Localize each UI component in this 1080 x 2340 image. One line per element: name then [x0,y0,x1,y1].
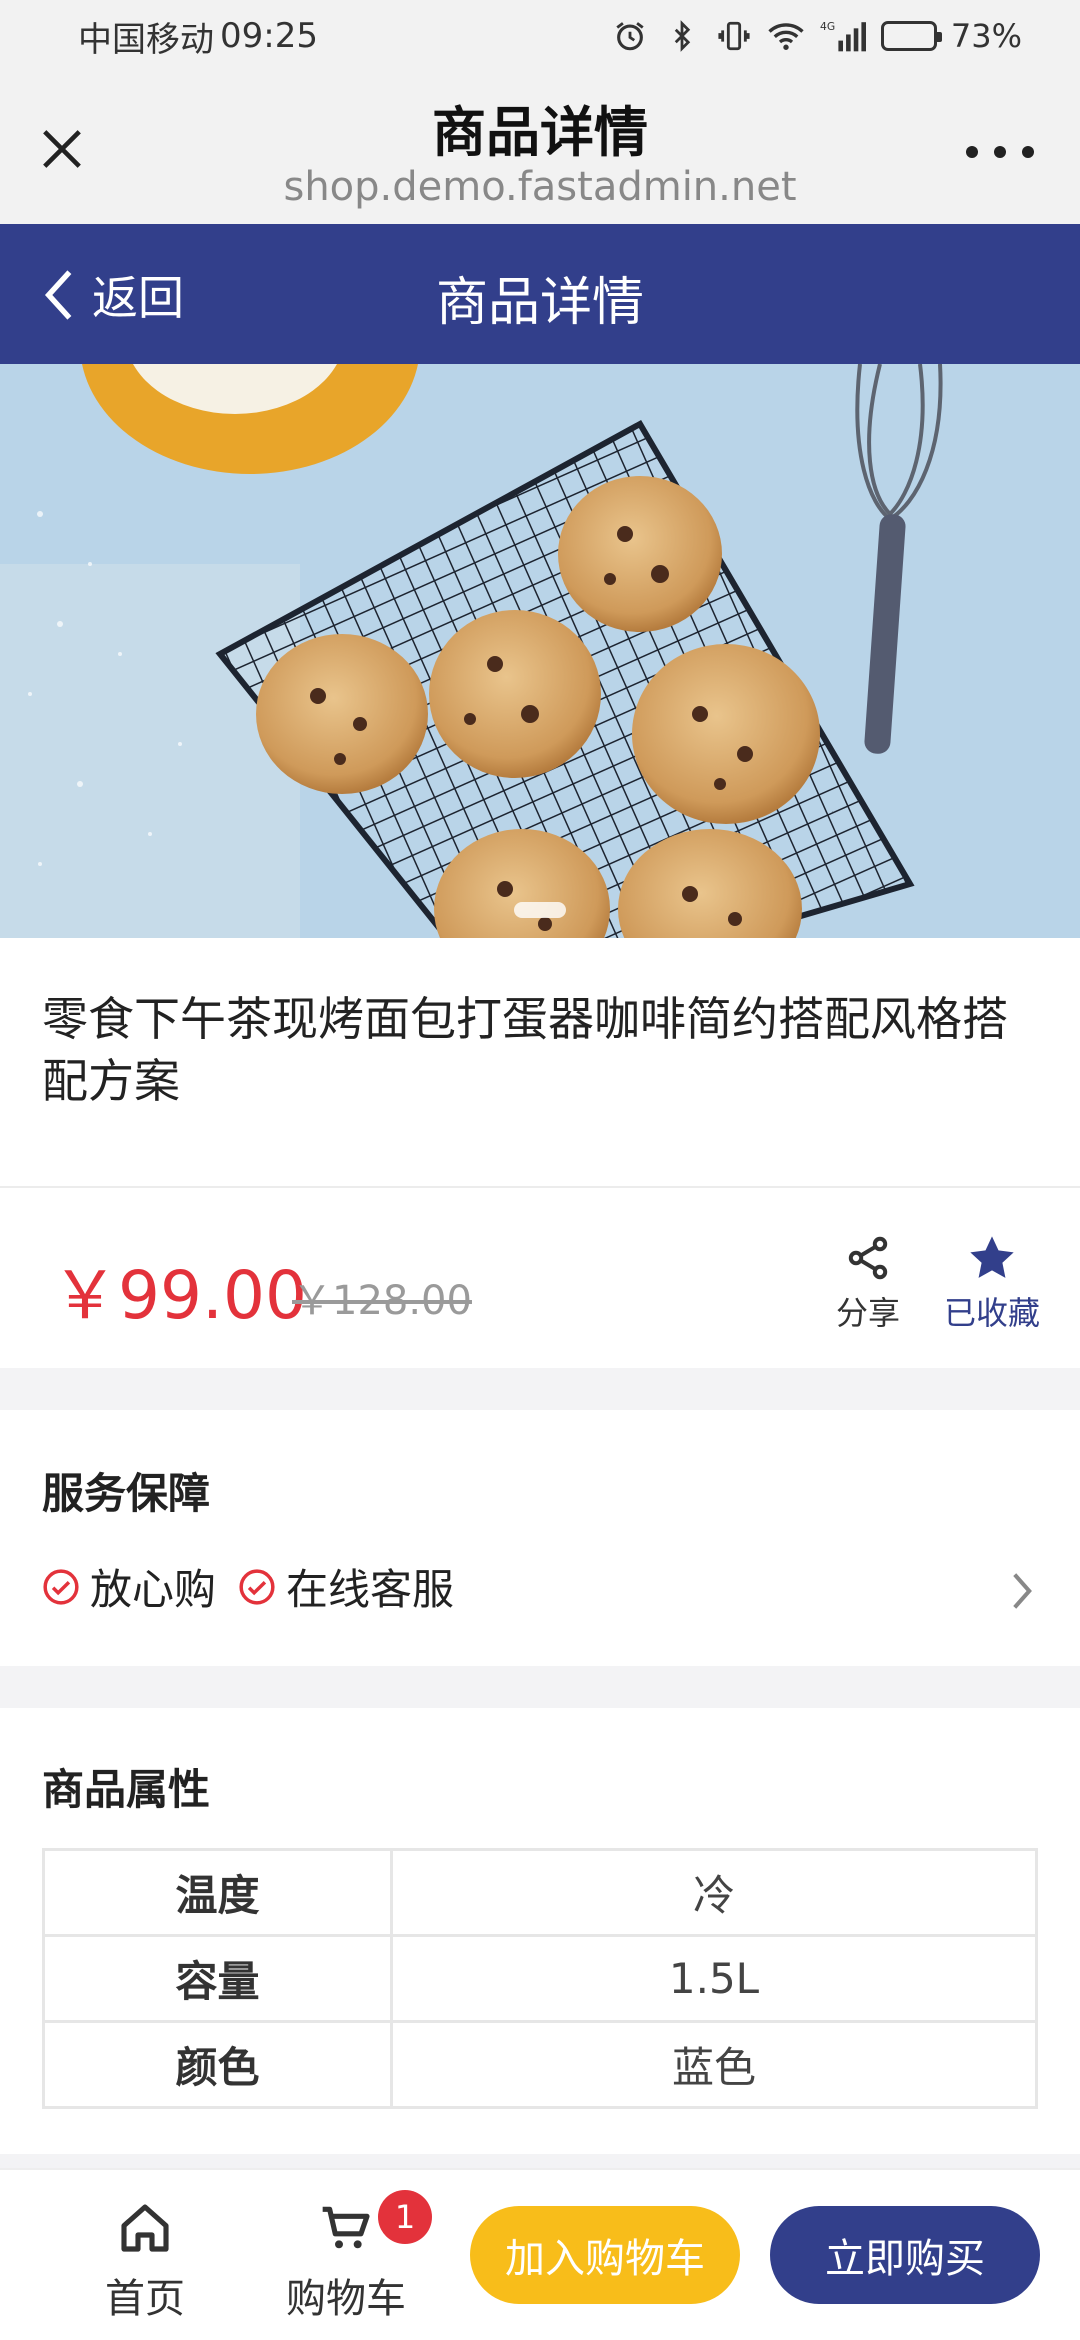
star-icon [970,1236,1014,1278]
product-image-carousel[interactable] [0,364,1080,938]
carrier-name: 中国移动 [78,19,214,60]
attributes-title: 商品属性 [42,1765,211,1814]
share-icon [848,1236,888,1280]
table-row: 容量 1.5L [42,1934,1038,2023]
cart-icon [322,2206,370,2249]
more-options-button[interactable] [960,132,1040,172]
attribute-name: 温度 [42,1848,393,1937]
share-label: 分享 [835,1294,900,1332]
table-row: 颜色 蓝色 [42,2020,1038,2109]
battery-percent: 73% [950,17,1022,55]
product-attributes-card: 商品属性 温度 冷 容量 1.5L 颜色 蓝色 [0,1708,1080,2154]
service-title: 服务保障 [42,1469,211,1518]
status-bar: 中国移动 09:25 4G 73% [0,0,1080,72]
more-dot-icon [966,146,978,158]
attributes-table: 温度 冷 容量 1.5L 颜色 蓝色 [42,1848,1038,2109]
attribute-value: 1.5L [390,1934,1038,2023]
vibrate-icon [715,17,753,55]
check-circle-icon [239,1568,275,1605]
price-card: ￥99.00 ￥128.00 分享 已收藏 [0,1188,1080,1368]
more-dot-icon [1022,146,1034,158]
current-price: ￥99.00 [52,1257,307,1334]
app-nav-bar: 返回 商品详情 [0,224,1080,364]
cart-tab[interactable]: 购物车 1 [276,2190,432,2324]
signal-icon: 4G [819,17,867,55]
attribute-value: 冷 [390,1848,1038,1937]
carousel-indicator[interactable] [514,902,566,918]
attribute-name: 颜色 [42,2020,393,2109]
product-title-card: 零食下午茶现烤面包打蛋器咖啡简约搭配风格搭配方案 [0,938,1080,1188]
service-guarantee-card[interactable]: 服务保障 放心购 在线客服 [0,1410,1080,1666]
home-label: 首页 [105,2276,185,2322]
browser-title: 商品详情 [432,101,648,164]
attribute-value: 蓝色 [390,2020,1038,2109]
cart-label: 购物车 [286,2276,406,2322]
favorite-label: 已收藏 [943,1294,1040,1332]
share-button[interactable]: 分享 [826,1230,910,1334]
network-type-label: 4G [820,20,835,33]
table-row: 温度 冷 [42,1848,1038,1937]
service-item-label: 在线客服 [286,1565,455,1614]
browser-header: 商品详情 shop.demo.fastadmin.net [0,72,1080,224]
browser-url: shop.demo.fastadmin.net [283,164,797,210]
service-item: 放心购 [42,1556,216,1617]
buy-now-button[interactable]: 立即购买 [770,2206,1040,2304]
original-price: ￥128.00 [292,1278,472,1324]
attribute-name: 容量 [42,1934,393,2023]
product-title: 零食下午茶现烤面包打蛋器咖啡简约搭配风格搭配方案 [42,992,1008,1108]
more-dot-icon [994,146,1006,158]
home-tab[interactable]: 首页 [92,2192,198,2324]
alarm-icon [611,17,649,55]
cart-count-badge: 1 [378,2190,432,2244]
battery-icon [880,21,942,51]
service-item: 在线客服 [238,1556,454,1617]
wifi-icon [767,17,805,55]
bottom-action-bar: 首页 购物车 1 加入购物车 立即购买 [0,2168,1080,2340]
add-to-cart-button[interactable]: 加入购物车 [470,2206,740,2304]
chevron-right-icon [1013,1573,1032,1609]
status-time: 09:25 [220,16,318,56]
product-photo [0,364,1080,938]
home-icon [121,2204,169,2252]
favorite-button[interactable]: 已收藏 [940,1230,1044,1334]
service-item-label: 放心购 [90,1565,217,1614]
check-circle-icon [43,1568,79,1605]
service-details-arrow[interactable] [1002,1566,1042,1616]
bluetooth-icon [663,17,701,55]
page-title: 商品详情 [435,273,644,333]
